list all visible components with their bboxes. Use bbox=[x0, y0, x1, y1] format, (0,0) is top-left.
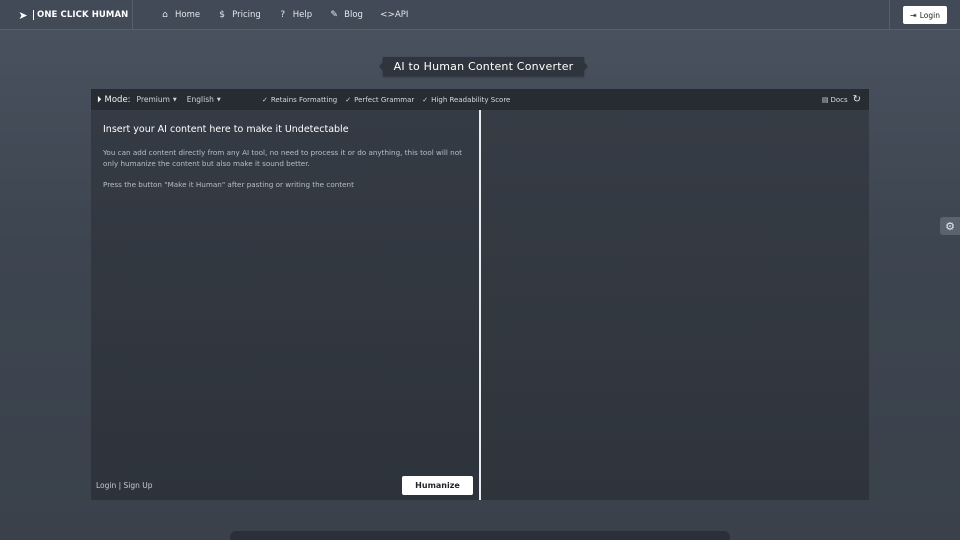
feature-item: ✓ High Readability Score bbox=[422, 96, 510, 104]
blog-icon: ✎ bbox=[330, 10, 338, 20]
nav-item-label: API bbox=[394, 10, 409, 20]
mode-label: Mode: bbox=[104, 94, 131, 105]
check-icon: ✓ bbox=[262, 95, 268, 104]
play-circle-icon: ⏵ bbox=[97, 94, 102, 105]
language-dropdown[interactable]: English ▼ bbox=[187, 95, 221, 104]
top-nav: ➤ ONE CLICK HUMAN ⌂ Home $ Pricing ? Hel… bbox=[0, 0, 960, 30]
nav-item-label: Pricing bbox=[232, 10, 261, 20]
feature-label: High Readability Score bbox=[431, 95, 511, 104]
input-pane[interactable]: Insert your AI content here to make it U… bbox=[91, 110, 479, 500]
separator: | bbox=[118, 481, 122, 490]
feature-list: ✓ Retains Formatting ✓ Perfect Grammar ✓… bbox=[262, 89, 518, 110]
nav-right: ⇥ Login bbox=[889, 0, 960, 30]
mode-dropdown[interactable]: Premium ▼ bbox=[137, 95, 177, 104]
caret-down-icon: ▼ bbox=[216, 96, 221, 103]
input-bottom-bar: Login | Sign Up Humanize bbox=[91, 471, 479, 500]
input-placeholder: You can add content directly from any AI… bbox=[103, 148, 469, 202]
feature-item: ✓ Retains Formatting bbox=[262, 96, 337, 104]
mode-selector: ⏵ Mode: Premium ▼ English ▼ bbox=[97, 95, 231, 105]
output-pane[interactable] bbox=[481, 110, 869, 500]
login-icon: ⇥ bbox=[910, 10, 917, 20]
login-label: Login bbox=[919, 10, 940, 20]
feature-label: Perfect Grammar bbox=[354, 95, 415, 104]
brand[interactable]: ➤ ONE CLICK HUMAN bbox=[0, 0, 133, 30]
question-icon: ? bbox=[280, 10, 286, 20]
feature-item: ✓ Perfect Grammar bbox=[345, 96, 414, 104]
brand-name: ONE CLICK HUMAN bbox=[33, 10, 128, 20]
cursor-click-icon: ➤ bbox=[18, 8, 28, 22]
docs-link[interactable]: ▤ Docs bbox=[822, 96, 848, 104]
feature-label: Retains Formatting bbox=[270, 95, 338, 104]
converter-panel: ⏵ Mode: Premium ▼ English ▼ ✓ Retains Fo… bbox=[91, 89, 869, 500]
nav-item-pricing[interactable]: $ Pricing bbox=[217, 10, 261, 20]
nav-item-label: Blog bbox=[344, 10, 363, 20]
nav-links: ⌂ Home $ Pricing ? Help ✎ Blog <> API bbox=[160, 0, 425, 30]
input-paragraph: You can add content directly from any AI… bbox=[103, 148, 462, 168]
mode-value: Premium bbox=[136, 95, 170, 104]
page-title: AI to Human Content Converter bbox=[383, 57, 584, 76]
nav-item-home[interactable]: ⌂ Home bbox=[160, 10, 200, 20]
code-icon: <> bbox=[379, 10, 396, 20]
check-icon: ✓ bbox=[345, 95, 352, 104]
login-button[interactable]: ⇥ Login bbox=[903, 6, 947, 24]
login-link[interactable]: Login bbox=[96, 481, 116, 490]
docs-label: Docs bbox=[830, 95, 848, 104]
dollar-icon: $ bbox=[219, 10, 225, 20]
settings-gear-icon[interactable]: ⚙ bbox=[940, 217, 960, 235]
nav-item-label: Home bbox=[175, 10, 201, 20]
toolbar: ⏵ Mode: Premium ▼ English ▼ ✓ Retains Fo… bbox=[91, 89, 869, 110]
nav-item-blog[interactable]: ✎ Blog bbox=[329, 10, 363, 20]
nav-item-help[interactable]: ? Help bbox=[278, 10, 312, 20]
nav-item-api[interactable]: <> API bbox=[380, 10, 408, 20]
nav-item-label: Help bbox=[292, 10, 313, 20]
caret-down-icon: ▼ bbox=[172, 96, 177, 103]
refresh-icon[interactable]: ↻ bbox=[853, 94, 861, 105]
language-value: English bbox=[186, 95, 214, 104]
signup-link[interactable]: Sign Up bbox=[124, 481, 153, 490]
check-icon: ✓ bbox=[422, 95, 429, 104]
humanize-button[interactable]: Humanize bbox=[402, 476, 473, 495]
input-heading: Insert your AI content here to make it U… bbox=[103, 124, 349, 135]
input-paragraph: Press the button "Make it Human" after p… bbox=[103, 180, 354, 189]
auth-links: Login | Sign Up bbox=[96, 481, 153, 490]
home-icon: ⌂ bbox=[162, 10, 168, 20]
document-icon: ▤ bbox=[821, 95, 829, 104]
toolbar-actions: ▤ Docs ↻ bbox=[822, 89, 861, 110]
footer-strip bbox=[230, 531, 730, 540]
